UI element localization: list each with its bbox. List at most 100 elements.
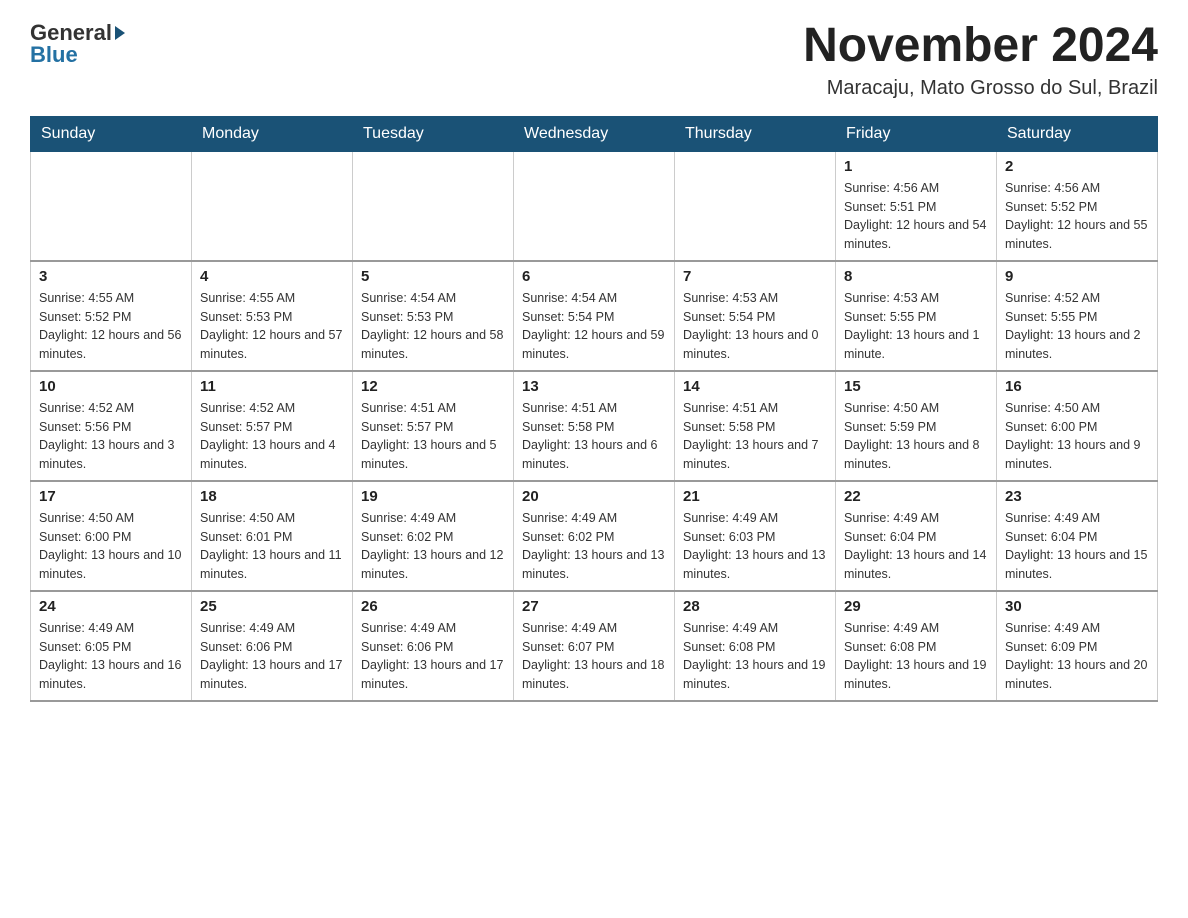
day-info: Sunrise: 4:56 AMSunset: 5:52 PMDaylight:…	[1005, 179, 1149, 254]
day-info: Sunrise: 4:50 AMSunset: 6:01 PMDaylight:…	[200, 509, 344, 584]
day-of-week-friday: Friday	[836, 116, 997, 151]
day-number: 4	[200, 268, 344, 285]
day-number: 2	[1005, 158, 1149, 175]
calendar-cell	[31, 151, 192, 261]
calendar-cell: 14 Sunrise: 4:51 AMSunset: 5:58 PMDayligh…	[675, 371, 836, 481]
calendar-cell	[192, 151, 353, 261]
day-info: Sunrise: 4:49 AMSunset: 6:03 PMDaylight:…	[683, 509, 827, 584]
calendar-week-3: 10Sunrise: 4:52 AMSunset: 5:56 PMDayligh…	[31, 371, 1158, 481]
day-number: 17	[39, 488, 183, 505]
calendar-cell: 17 Sunrise: 4:50 AMSunset: 6:00 PMDayligh…	[31, 481, 192, 591]
day-number: 21	[683, 488, 827, 505]
calendar-cell	[675, 151, 836, 261]
day-of-week-thursday: Thursday	[675, 116, 836, 151]
day-number: 16	[1005, 378, 1149, 395]
day-number: 11	[200, 378, 344, 395]
calendar-cell: 23 Sunrise: 4:49 AMSunset: 6:04 PMDayligh…	[997, 481, 1158, 591]
calendar-cell: 12 Sunrise: 4:51 AMSunset: 5:57 PMDayligh…	[353, 371, 514, 481]
day-info: Sunrise: 4:52 AMSunset: 5:55 PMDaylight:…	[1005, 289, 1149, 364]
calendar-cell: 26Sunrise: 4:49 AMSunset: 6:06 PMDayligh…	[353, 591, 514, 701]
calendar-cell: 29Sunrise: 4:49 AMSunset: 6:08 PMDayligh…	[836, 591, 997, 701]
day-number: 29	[844, 598, 988, 615]
day-number: 24	[39, 598, 183, 615]
day-info: Sunrise: 4:55 AMSunset: 5:52 PMDaylight:…	[39, 289, 183, 364]
page-subtitle: Maracaju, Mato Grosso do Sul, Brazil	[803, 77, 1158, 100]
day-info: Sunrise: 4:52 AMSunset: 5:57 PMDaylight:…	[200, 399, 344, 474]
calendar-cell: 5 Sunrise: 4:54 AMSunset: 5:53 PMDaylight…	[353, 261, 514, 371]
calendar-cell: 10Sunrise: 4:52 AMSunset: 5:56 PMDayligh…	[31, 371, 192, 481]
day-number: 15	[844, 378, 988, 395]
day-number: 9	[1005, 268, 1149, 285]
calendar-cell: 11 Sunrise: 4:52 AMSunset: 5:57 PMDayligh…	[192, 371, 353, 481]
day-of-week-sunday: Sunday	[31, 116, 192, 151]
calendar-cell: 28 Sunrise: 4:49 AMSunset: 6:08 PMDayligh…	[675, 591, 836, 701]
title-block: November 2024 Maracaju, Mato Grosso do S…	[803, 20, 1158, 100]
day-info: Sunrise: 4:49 AMSunset: 6:02 PMDaylight:…	[361, 509, 505, 584]
calendar-cell: 16 Sunrise: 4:50 AMSunset: 6:00 PMDayligh…	[997, 371, 1158, 481]
day-info: Sunrise: 4:49 AMSunset: 6:05 PMDaylight:…	[39, 619, 183, 694]
calendar-cell	[514, 151, 675, 261]
day-info: Sunrise: 4:50 AMSunset: 6:00 PMDaylight:…	[1005, 399, 1149, 474]
calendar-week-2: 3 Sunrise: 4:55 AMSunset: 5:52 PMDaylight…	[31, 261, 1158, 371]
calendar-cell: 9 Sunrise: 4:52 AMSunset: 5:55 PMDaylight…	[997, 261, 1158, 371]
calendar-cell: 1Sunrise: 4:56 AMSunset: 5:51 PMDaylight…	[836, 151, 997, 261]
day-number: 27	[522, 598, 666, 615]
day-number: 20	[522, 488, 666, 505]
calendar-table: SundayMondayTuesdayWednesdayThursdayFrid…	[30, 116, 1158, 702]
calendar-cell: 27 Sunrise: 4:49 AMSunset: 6:07 PMDayligh…	[514, 591, 675, 701]
day-number: 28	[683, 598, 827, 615]
calendar-week-5: 24 Sunrise: 4:49 AMSunset: 6:05 PMDayligh…	[31, 591, 1158, 701]
day-number: 3	[39, 268, 183, 285]
day-of-week-wednesday: Wednesday	[514, 116, 675, 151]
day-info: Sunrise: 4:49 AMSunset: 6:04 PMDaylight:…	[1005, 509, 1149, 584]
day-info: Sunrise: 4:53 AMSunset: 5:55 PMDaylight:…	[844, 289, 988, 364]
calendar-cell: 6 Sunrise: 4:54 AMSunset: 5:54 PMDaylight…	[514, 261, 675, 371]
day-number: 30	[1005, 598, 1149, 615]
calendar-cell: 19 Sunrise: 4:49 AMSunset: 6:02 PMDayligh…	[353, 481, 514, 591]
day-number: 10	[39, 378, 183, 395]
day-of-week-tuesday: Tuesday	[353, 116, 514, 151]
day-number: 19	[361, 488, 505, 505]
day-number: 6	[522, 268, 666, 285]
day-number: 7	[683, 268, 827, 285]
day-number: 5	[361, 268, 505, 285]
day-info: Sunrise: 4:51 AMSunset: 5:58 PMDaylight:…	[522, 399, 666, 474]
day-number: 13	[522, 378, 666, 395]
calendar-cell: 20 Sunrise: 4:49 AMSunset: 6:02 PMDayligh…	[514, 481, 675, 591]
calendar-cell: 7 Sunrise: 4:53 AMSunset: 5:54 PMDaylight…	[675, 261, 836, 371]
day-number: 14	[683, 378, 827, 395]
page-header: General Blue November 2024 Maracaju, Mat…	[30, 20, 1158, 100]
day-of-week-monday: Monday	[192, 116, 353, 151]
calendar-cell: 15Sunrise: 4:50 AMSunset: 5:59 PMDayligh…	[836, 371, 997, 481]
day-info: Sunrise: 4:49 AMSunset: 6:04 PMDaylight:…	[844, 509, 988, 584]
calendar-cell: 22Sunrise: 4:49 AMSunset: 6:04 PMDayligh…	[836, 481, 997, 591]
day-info: Sunrise: 4:56 AMSunset: 5:51 PMDaylight:…	[844, 179, 988, 254]
day-number: 12	[361, 378, 505, 395]
day-info: Sunrise: 4:49 AMSunset: 6:06 PMDaylight:…	[200, 619, 344, 694]
day-info: Sunrise: 4:49 AMSunset: 6:08 PMDaylight:…	[683, 619, 827, 694]
calendar-cell: 3 Sunrise: 4:55 AMSunset: 5:52 PMDaylight…	[31, 261, 192, 371]
day-number: 25	[200, 598, 344, 615]
calendar-cell: 25 Sunrise: 4:49 AMSunset: 6:06 PMDayligh…	[192, 591, 353, 701]
calendar-cell: 30 Sunrise: 4:49 AMSunset: 6:09 PMDayligh…	[997, 591, 1158, 701]
day-info: Sunrise: 4:55 AMSunset: 5:53 PMDaylight:…	[200, 289, 344, 364]
calendar-cell: 21 Sunrise: 4:49 AMSunset: 6:03 PMDayligh…	[675, 481, 836, 591]
day-info: Sunrise: 4:54 AMSunset: 5:54 PMDaylight:…	[522, 289, 666, 364]
calendar-cell: 13 Sunrise: 4:51 AMSunset: 5:58 PMDayligh…	[514, 371, 675, 481]
calendar-cell	[353, 151, 514, 261]
calendar-cell: 8Sunrise: 4:53 AMSunset: 5:55 PMDaylight…	[836, 261, 997, 371]
day-info: Sunrise: 4:49 AMSunset: 6:02 PMDaylight:…	[522, 509, 666, 584]
day-number: 18	[200, 488, 344, 505]
day-info: Sunrise: 4:53 AMSunset: 5:54 PMDaylight:…	[683, 289, 827, 364]
logo-blue-text: Blue	[30, 42, 78, 68]
day-info: Sunrise: 4:49 AMSunset: 6:07 PMDaylight:…	[522, 619, 666, 694]
day-info: Sunrise: 4:51 AMSunset: 5:57 PMDaylight:…	[361, 399, 505, 474]
day-info: Sunrise: 4:49 AMSunset: 6:09 PMDaylight:…	[1005, 619, 1149, 694]
day-number: 23	[1005, 488, 1149, 505]
day-info: Sunrise: 4:54 AMSunset: 5:53 PMDaylight:…	[361, 289, 505, 364]
day-of-week-saturday: Saturday	[997, 116, 1158, 151]
calendar-cell: 4 Sunrise: 4:55 AMSunset: 5:53 PMDaylight…	[192, 261, 353, 371]
day-info: Sunrise: 4:50 AMSunset: 6:00 PMDaylight:…	[39, 509, 183, 584]
day-info: Sunrise: 4:51 AMSunset: 5:58 PMDaylight:…	[683, 399, 827, 474]
day-info: Sunrise: 4:49 AMSunset: 6:06 PMDaylight:…	[361, 619, 505, 694]
